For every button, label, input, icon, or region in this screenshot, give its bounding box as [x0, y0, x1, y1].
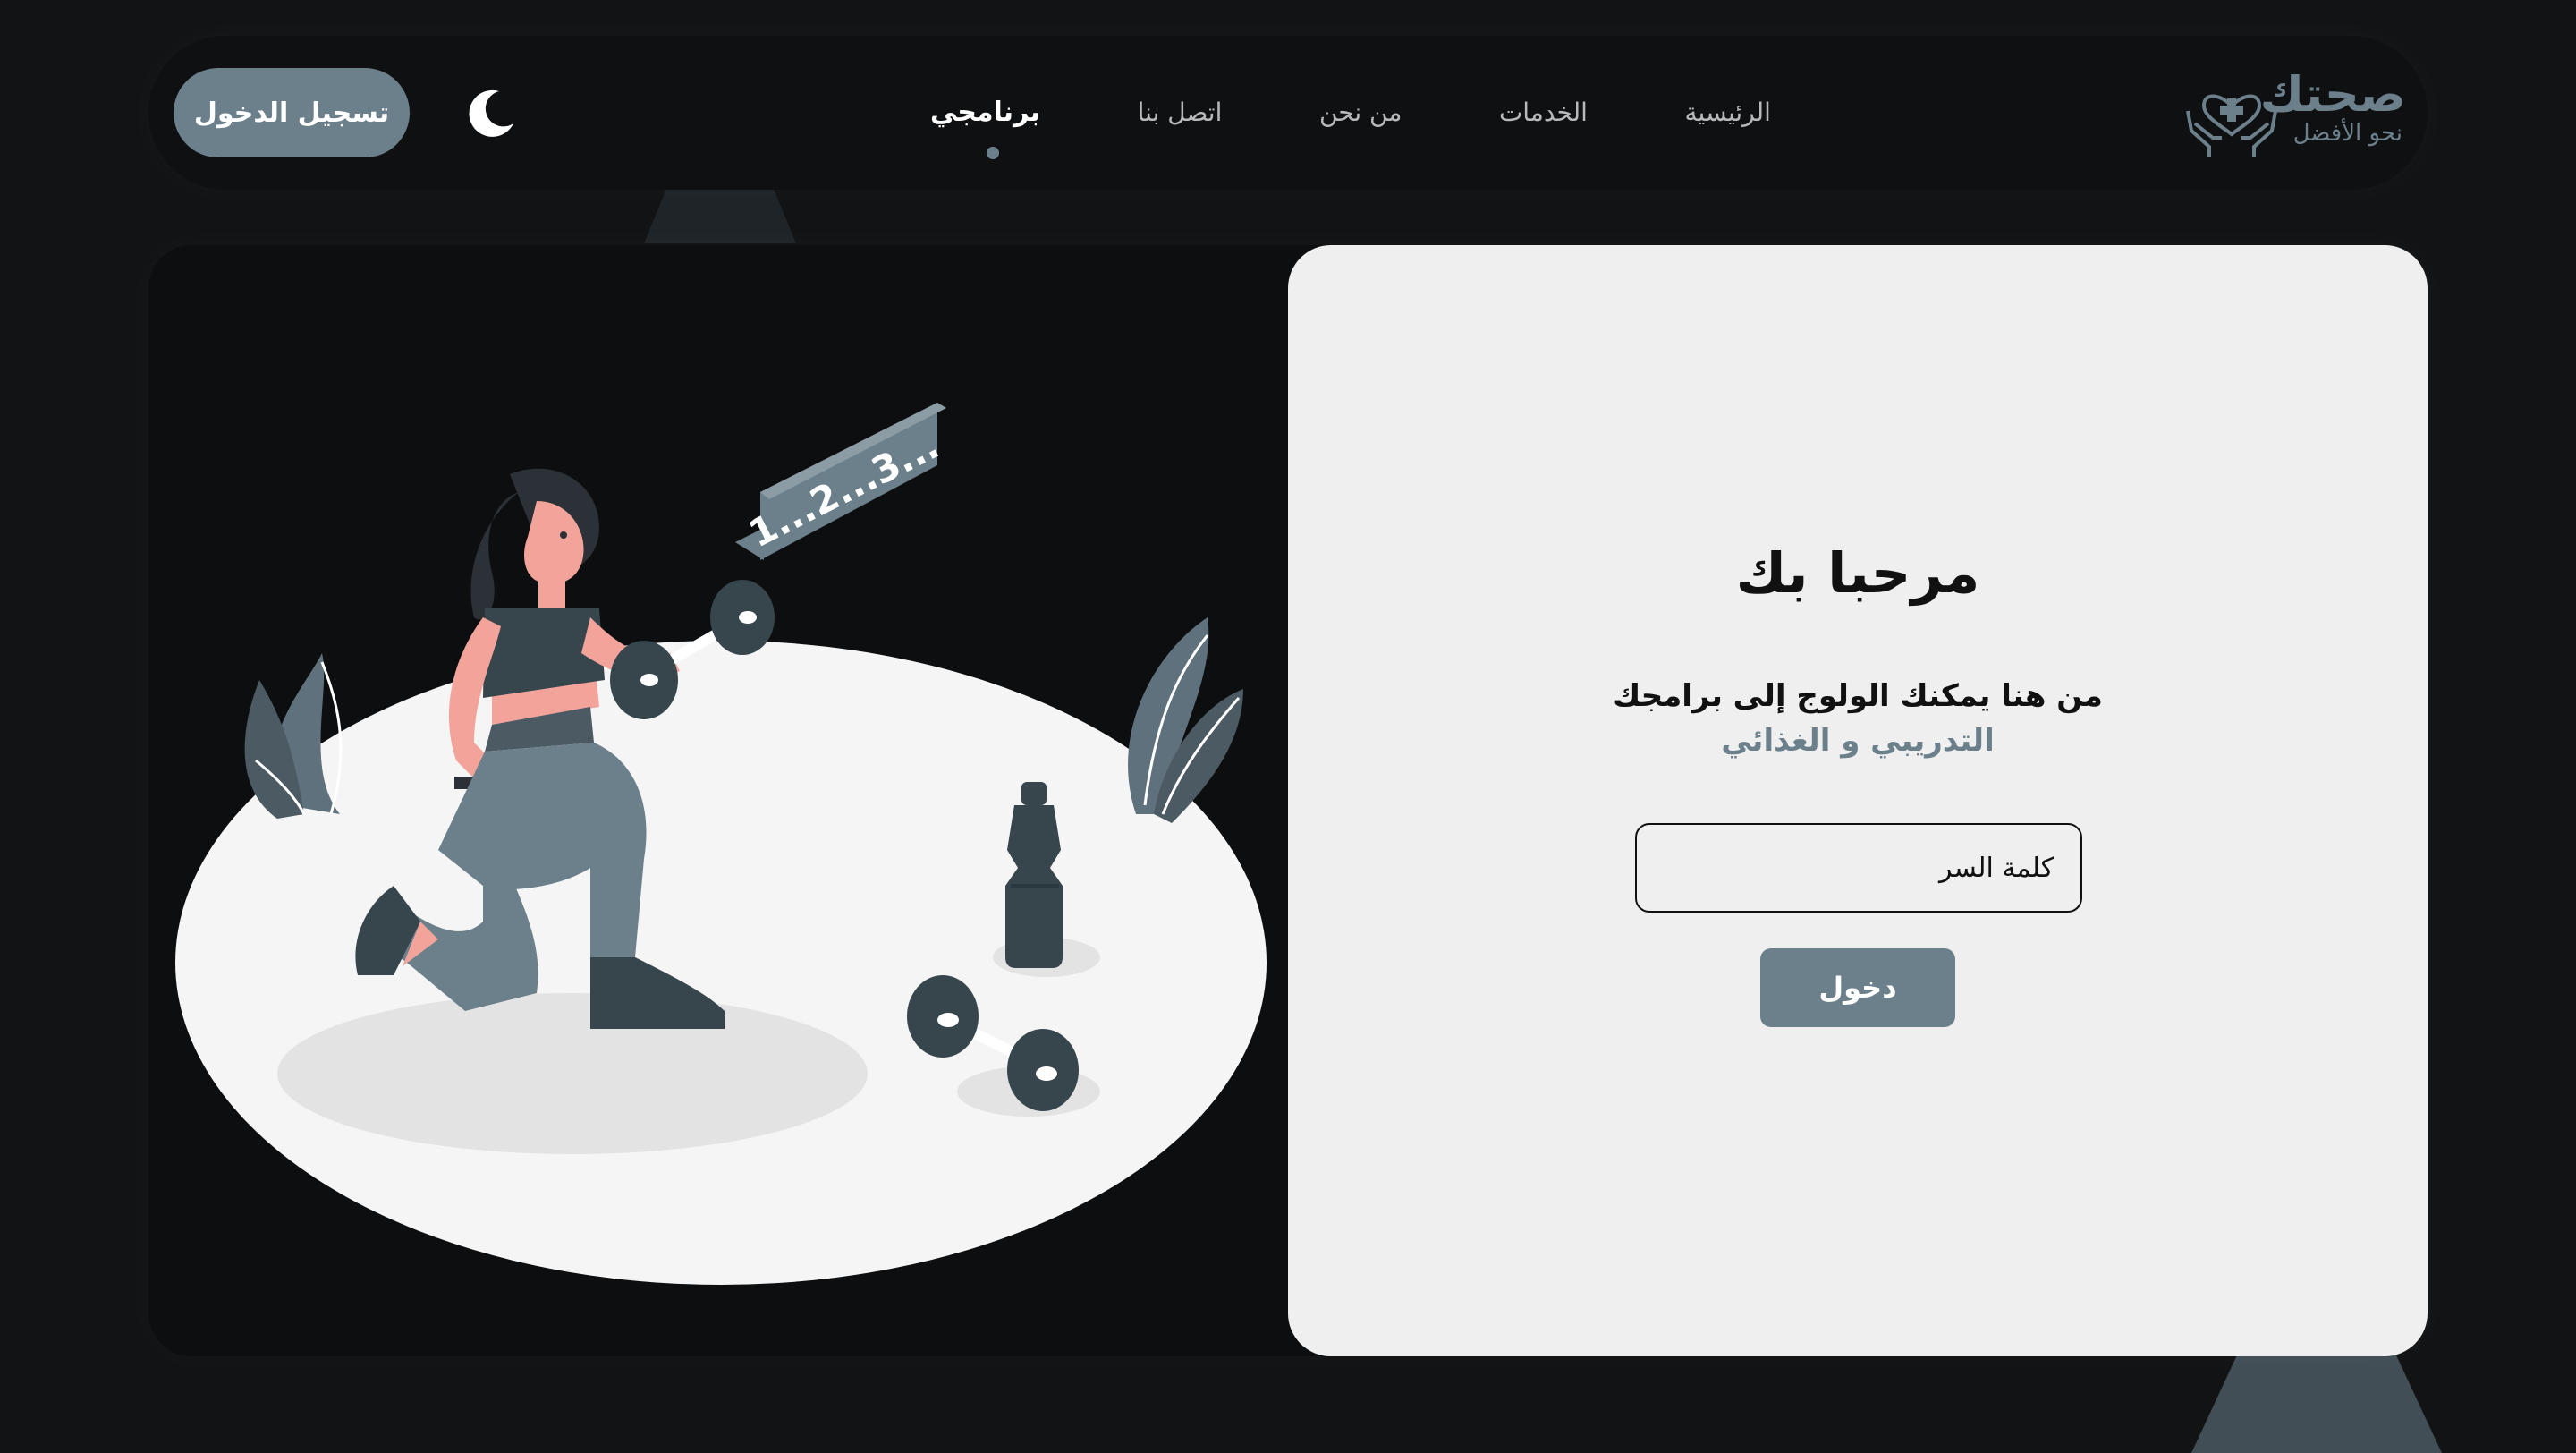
welcome-description-highlight: التدريبي و الغذائي: [1721, 723, 1995, 759]
login-button[interactable]: تسجيل الدخول: [174, 68, 410, 157]
water-bottle-icon: [1005, 782, 1063, 968]
nav-link-home[interactable]: الرئيسية: [1685, 98, 1771, 127]
background-shape-bottom: [2191, 1346, 2442, 1453]
submit-button[interactable]: دخول: [1760, 948, 1955, 1027]
moon-icon[interactable]: [465, 86, 519, 140]
nav-link-contact[interactable]: اتصل بنا: [1138, 98, 1223, 127]
nav-links: الرئيسية الخدمات من نحن اتصل بنا برنامجي: [930, 89, 1771, 134]
page: تسجيل الدخول الرئيسية الخدمات من نحن اتص…: [0, 0, 2576, 1453]
active-indicator: [987, 147, 999, 159]
nav-link-about[interactable]: من نحن: [1319, 98, 1402, 127]
logo[interactable]: صحتك نحو الأفضل: [2182, 63, 2406, 161]
password-input[interactable]: [1635, 823, 2082, 913]
plant-right-icon: [1128, 617, 1243, 823]
nav-link-my-program[interactable]: برنامجي: [930, 97, 1040, 128]
welcome-title: مرحبا بك: [1735, 540, 1980, 606]
logo-title: صحتك: [2259, 66, 2406, 123]
fitness-illustration: 1...2...3...: [175, 403, 1267, 1285]
logo-subtitle: نحو الأفضل: [2292, 120, 2402, 147]
plant-left-icon: [244, 653, 343, 819]
welcome-description: من هنا يمكنك الولوج إلى برامجك: [1613, 678, 2103, 714]
counter-bubble: 1...2...3...: [735, 403, 946, 560]
nav-link-services[interactable]: الخدمات: [1499, 98, 1588, 127]
background-shape-top: [644, 188, 796, 243]
login-panel: مرحبا بك من هنا يمكنك الولوج إلى برامجك …: [1288, 245, 2428, 1356]
